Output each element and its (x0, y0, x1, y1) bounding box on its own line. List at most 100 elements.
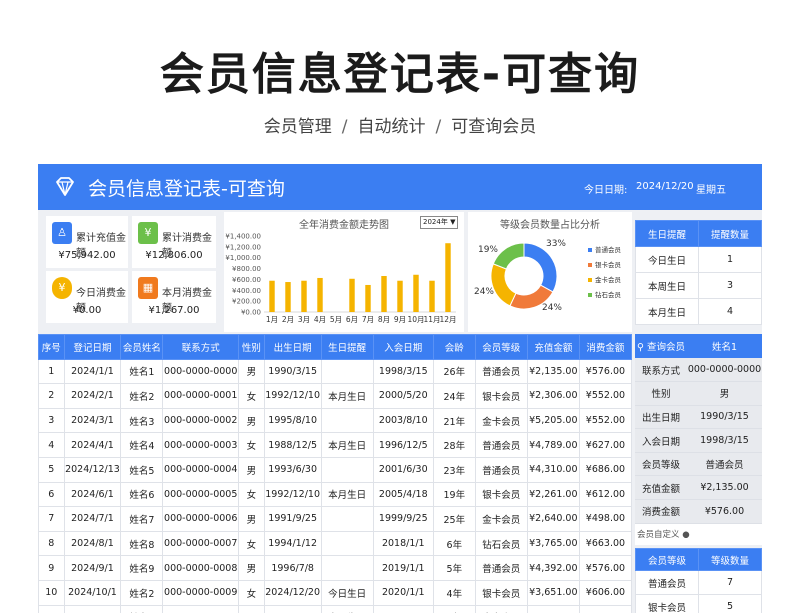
table-cell[interactable]: 1992/12/10 (263, 383, 322, 409)
table-cell[interactable]: 普通会员 (474, 358, 528, 385)
table-cell[interactable]: 000-0000-0000 (162, 358, 240, 385)
table-cell[interactable]: ¥552.00 (578, 383, 633, 409)
table-cell[interactable]: 1993/6/30 (263, 456, 322, 483)
table-cell[interactable]: 姓名5 (120, 456, 164, 483)
table-cell[interactable]: 1992/12/10 (263, 481, 322, 508)
table-cell[interactable]: 2024/11/1 (63, 604, 122, 613)
table-cell[interactable]: 000-0000-0006 (162, 506, 240, 532)
table-cell[interactable]: ¥576.00 (578, 358, 633, 385)
table-cell[interactable]: 2024/2/1 (63, 383, 122, 409)
table-cell[interactable]: 银卡会员 (474, 579, 528, 606)
table-cell[interactable]: ¥513.00 (578, 604, 633, 613)
table-cell[interactable]: 000-0000-0008 (162, 555, 240, 581)
table-cell[interactable]: 1999/9/25 (372, 506, 434, 532)
table-cell[interactable]: 000-0000-0009 (162, 579, 240, 606)
table-cell[interactable]: 1991/9/25 (263, 506, 322, 532)
query-input[interactable]: 姓名1 (687, 334, 762, 358)
table-cell[interactable]: ¥2,306.00 (526, 383, 580, 409)
table-cell[interactable] (320, 456, 374, 483)
table-cell[interactable]: 姓名7 (120, 506, 164, 532)
table-cell[interactable]: ¥612.00 (578, 481, 633, 508)
table-cell[interactable]: 女 (238, 432, 265, 458)
table-cell[interactable]: ¥627.00 (578, 432, 633, 458)
table-cell[interactable]: 银卡会员 (474, 383, 528, 409)
table-cell[interactable]: 姓名9 (120, 555, 164, 581)
table-cell[interactable]: 3年 (432, 604, 476, 613)
table-cell[interactable]: 000-0000-0007 (162, 530, 240, 557)
table-cell[interactable]: 本周生日 (320, 604, 374, 613)
table-cell[interactable]: 姓名6 (120, 481, 164, 508)
table-cell[interactable]: 6 (38, 481, 65, 508)
table-cell[interactable]: 000-0000-0001 (162, 383, 240, 409)
table-cell[interactable]: 1990/3/15 (263, 358, 322, 385)
table-cell[interactable]: 银卡会员 (474, 481, 528, 508)
table-cell[interactable]: 2024/12/24 (263, 604, 322, 613)
table-cell[interactable]: 000-0000-0004 (162, 456, 240, 483)
table-cell[interactable]: 4年 (432, 579, 476, 606)
table-cell[interactable]: 2000/5/20 (372, 383, 434, 409)
table-cell[interactable]: ¥2,640.00 (526, 506, 580, 532)
table-cell[interactable]: 男 (238, 555, 265, 581)
table-cell[interactable]: 2024/12/13 (63, 456, 122, 483)
table-cell[interactable]: ¥3,765.00 (526, 530, 580, 557)
table-cell[interactable]: 2021/1/1 (372, 604, 434, 613)
table-cell[interactable]: 2024/10/1 (63, 579, 122, 606)
table-cell[interactable]: 5年 (432, 555, 476, 581)
table-cell[interactable]: 2024/7/1 (63, 506, 122, 532)
table-cell[interactable]: 姓名3 (120, 407, 164, 434)
table-cell[interactable]: ¥2,135.00 (526, 358, 580, 385)
table-cell[interactable]: 23年 (432, 456, 476, 483)
table-cell[interactable]: 2020/1/1 (372, 579, 434, 606)
table-cell[interactable]: ¥4,392.00 (526, 555, 580, 581)
table-cell[interactable]: 女 (238, 481, 265, 508)
table-cell[interactable]: 1994/1/12 (263, 530, 322, 557)
table-cell[interactable]: 26年 (432, 358, 476, 385)
table-cell[interactable]: ¥686.00 (578, 456, 633, 483)
table-cell[interactable]: 8 (38, 530, 65, 557)
table-cell[interactable] (320, 530, 374, 557)
table-cell[interactable]: 普通会员 (474, 432, 528, 458)
table-cell[interactable]: 姓名3 (120, 604, 164, 613)
table-cell[interactable]: 姓名8 (120, 530, 164, 557)
table-cell[interactable]: 2024/12/20 (263, 579, 322, 606)
table-cell[interactable]: 000-0000-0002 (162, 407, 240, 434)
table-cell[interactable]: 2001/6/30 (372, 456, 434, 483)
table-cell[interactable]: 本月生日 (320, 383, 374, 409)
table-cell[interactable]: 1996/7/8 (263, 555, 322, 581)
table-cell[interactable]: ¥663.00 (578, 530, 633, 557)
table-cell[interactable]: 2024/1/1 (63, 358, 122, 385)
table-cell[interactable]: 11 (38, 604, 65, 613)
table-cell[interactable]: ¥5,205.00 (526, 407, 580, 434)
table-cell[interactable]: 男 (238, 456, 265, 483)
table-cell[interactable] (320, 358, 374, 385)
table-cell[interactable]: 男 (238, 407, 265, 434)
table-cell[interactable]: 000-0000-0005 (162, 481, 240, 508)
table-cell[interactable]: 姓名2 (120, 579, 164, 606)
table-cell[interactable]: 28年 (432, 432, 476, 458)
table-cell[interactable]: ¥498.00 (578, 506, 633, 532)
table-cell[interactable]: 7 (38, 506, 65, 532)
table-cell[interactable] (320, 555, 374, 581)
table-cell[interactable]: ¥3,791.00 (526, 604, 580, 613)
table-cell[interactable]: ¥606.00 (578, 579, 633, 606)
table-cell[interactable]: 2 (38, 383, 65, 409)
table-cell[interactable]: ¥576.00 (578, 555, 633, 581)
table-cell[interactable]: 2024/3/1 (63, 407, 122, 434)
table-cell[interactable]: 1998/3/15 (372, 358, 434, 385)
table-cell[interactable]: 姓名1 (120, 358, 164, 385)
table-cell[interactable]: ¥2,261.00 (526, 481, 580, 508)
table-cell[interactable]: 2019/1/1 (372, 555, 434, 581)
table-cell[interactable] (320, 407, 374, 434)
table-cell[interactable]: 姓名2 (120, 383, 164, 409)
table-cell[interactable]: 女 (238, 383, 265, 409)
table-cell[interactable]: 本月生日 (320, 432, 374, 458)
table-cell[interactable]: ¥552.00 (578, 407, 633, 434)
table-cell[interactable] (320, 506, 374, 532)
table-cell[interactable]: 1996/12/5 (372, 432, 434, 458)
table-cell[interactable]: 000-0000-0003 (162, 432, 240, 458)
table-cell[interactable]: 2018/1/1 (372, 530, 434, 557)
table-cell[interactable]: 男 (238, 604, 265, 613)
table-cell[interactable]: 普通会员 (474, 555, 528, 581)
table-cell[interactable]: 女 (238, 579, 265, 606)
table-cell[interactable]: 5 (38, 456, 65, 483)
